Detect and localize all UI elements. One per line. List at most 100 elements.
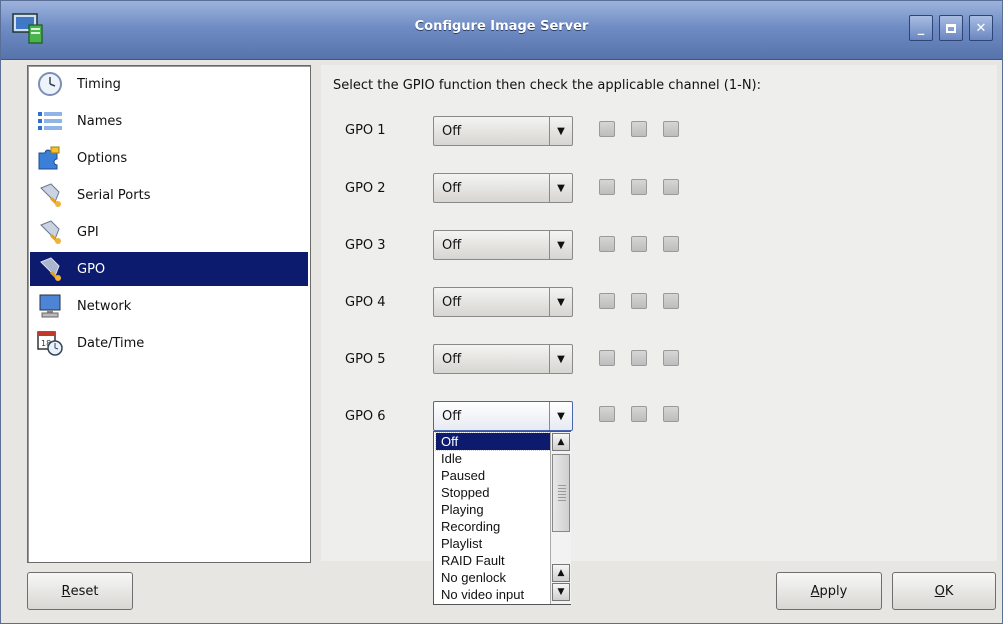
gpo-5-function-select[interactable]: Off ▼	[433, 344, 573, 374]
sidebar-item-names[interactable]: Names	[30, 104, 308, 138]
gpo-3-channel-1-checkbox[interactable]	[599, 236, 615, 252]
sidebar-item-network[interactable]: Network	[30, 289, 308, 323]
minimize-button[interactable]: _	[909, 15, 933, 41]
sidebar-item-date-time[interactable]: 18 Date/Time	[30, 326, 308, 360]
gpo-4-selected-value: Off	[442, 295, 462, 310]
plug-icon	[37, 182, 63, 208]
scrollbar-thumb[interactable]	[552, 454, 570, 532]
sidebar-item-label: Network	[77, 298, 132, 314]
gpo-1-channel-2-checkbox[interactable]	[631, 121, 647, 137]
triangle-down-icon: ▼	[557, 587, 565, 597]
clock-icon	[37, 71, 63, 97]
gpo-3-selected-value: Off	[442, 238, 462, 253]
reset-label: eset	[70, 583, 99, 599]
configure-image-server-window: Configure Image Server _ ✕ Timing Names	[0, 0, 1003, 624]
maximize-button[interactable]	[939, 15, 963, 41]
apply-label: pply	[819, 583, 848, 599]
gpo-6-dropdown-list[interactable]: Off Idle Paused Stopped Playing Recordin…	[433, 431, 571, 605]
maximize-icon	[946, 23, 956, 33]
gpo-settings-panel	[321, 65, 997, 561]
apply-button[interactable]: Apply	[776, 572, 882, 610]
title-bar[interactable]: Configure Image Server _ ✕	[1, 1, 1002, 60]
sidebar-item-options[interactable]: Options	[30, 141, 308, 175]
gpo-2-label: GPO 2	[345, 181, 386, 196]
scroll-up-button-lower[interactable]: ▲	[552, 564, 570, 582]
sidebar-item-gpi[interactable]: GPI	[30, 215, 308, 249]
plug-icon	[37, 219, 63, 245]
chevron-down-icon: ▼	[549, 402, 572, 430]
dropdown-option-paused[interactable]: Paused	[436, 467, 551, 484]
sidebar-item-timing[interactable]: Timing	[30, 67, 308, 101]
scroll-down-button[interactable]: ▼	[552, 583, 570, 601]
gpo-6-channel-1-checkbox[interactable]	[599, 406, 615, 422]
gpo-6-selected-value: Off	[442, 409, 462, 424]
dropdown-option-stopped[interactable]: Stopped	[436, 484, 551, 501]
gpo-5-label: GPO 5	[345, 352, 386, 367]
ok-label: K	[944, 583, 954, 599]
sidebar-item-label: Timing	[77, 76, 121, 92]
chevron-down-icon: ▼	[549, 288, 572, 316]
dropdown-option-idle[interactable]: Idle	[436, 450, 551, 467]
dropdown-scrollbar[interactable]: ▲ ▲ ▼	[550, 432, 571, 604]
gpo-2-selected-value: Off	[442, 181, 462, 196]
sidebar-item-label: GPI	[77, 224, 99, 240]
gpo-5-channel-2-checkbox[interactable]	[631, 350, 647, 366]
gpo-2-channel-2-checkbox[interactable]	[631, 179, 647, 195]
plug-icon	[37, 256, 63, 282]
gpo-4-function-select[interactable]: Off ▼	[433, 287, 573, 317]
gpo-4-channel-1-checkbox[interactable]	[599, 293, 615, 309]
close-icon: ✕	[975, 20, 987, 36]
sidebar-item-label: Options	[77, 150, 128, 166]
apply-mnemonic: A	[810, 583, 820, 599]
sidebar-item-serial-ports[interactable]: Serial Ports	[30, 178, 308, 212]
dropdown-option-recording[interactable]: Recording	[436, 518, 551, 535]
gpo-5-channel-1-checkbox[interactable]	[599, 350, 615, 366]
ok-button[interactable]: OK	[892, 572, 996, 610]
monitor-icon	[37, 293, 63, 319]
gpo-3-function-select[interactable]: Off ▼	[433, 230, 573, 260]
close-button[interactable]: ✕	[969, 15, 993, 41]
chevron-down-icon: ▼	[549, 231, 572, 259]
ok-mnemonic: O	[934, 583, 945, 599]
sidebar-item-label: Serial Ports	[77, 187, 151, 203]
list-icon	[37, 108, 63, 134]
gpo-1-selected-value: Off	[442, 124, 462, 139]
gpo-2-channel-1-checkbox[interactable]	[599, 179, 615, 195]
grip-icon	[558, 485, 566, 501]
dropdown-option-off[interactable]: Off	[435, 432, 552, 451]
dropdown-option-raid-fault[interactable]: RAID Fault	[436, 552, 551, 569]
triangle-up-icon: ▲	[557, 568, 565, 578]
chevron-down-icon: ▼	[549, 345, 572, 373]
gpo-3-channel-3-checkbox[interactable]	[663, 236, 679, 252]
gpo-1-channel-1-checkbox[interactable]	[599, 121, 615, 137]
sidebar-item-label: Names	[77, 113, 123, 129]
gpo-6-function-select[interactable]: Off ▼	[433, 401, 573, 431]
gpo-5-selected-value: Off	[442, 352, 462, 367]
gpo-4-channel-2-checkbox[interactable]	[631, 293, 647, 309]
reset-mnemonic: R	[61, 583, 71, 599]
gpo-4-channel-3-checkbox[interactable]	[663, 293, 679, 309]
dropdown-option-playlist[interactable]: Playlist	[436, 535, 551, 552]
dropdown-option-playing[interactable]: Playing	[436, 501, 551, 518]
gpo-5-channel-3-checkbox[interactable]	[663, 350, 679, 366]
gpo-6-channel-2-checkbox[interactable]	[631, 406, 647, 422]
dropdown-option-no-genlock[interactable]: No genlock	[436, 569, 551, 586]
puzzle-icon	[37, 145, 63, 171]
sidebar-item-gpo[interactable]: GPO	[30, 252, 308, 286]
gpo-2-function-select[interactable]: Off ▼	[433, 173, 573, 203]
chevron-down-icon: ▼	[549, 174, 572, 202]
calendar-clock-icon: 18	[37, 330, 63, 356]
gpo-6-channel-3-checkbox[interactable]	[663, 406, 679, 422]
gpo-3-label: GPO 3	[345, 238, 386, 253]
reset-button[interactable]: Reset	[27, 572, 133, 610]
gpo-1-channel-3-checkbox[interactable]	[663, 121, 679, 137]
scroll-up-button[interactable]: ▲	[552, 433, 570, 451]
chevron-down-icon: ▼	[549, 117, 572, 145]
gpo-3-channel-2-checkbox[interactable]	[631, 236, 647, 252]
minimize-icon: _	[917, 20, 925, 36]
gpo-2-channel-3-checkbox[interactable]	[663, 179, 679, 195]
dropdown-option-no-video-input[interactable]: No video input	[436, 586, 551, 603]
settings-category-list[interactable]: Timing Names Options Serial Ports GPI GP…	[27, 65, 311, 563]
gpo-1-function-select[interactable]: Off ▼	[433, 116, 573, 146]
gpo-1-label: GPO 1	[345, 123, 386, 138]
